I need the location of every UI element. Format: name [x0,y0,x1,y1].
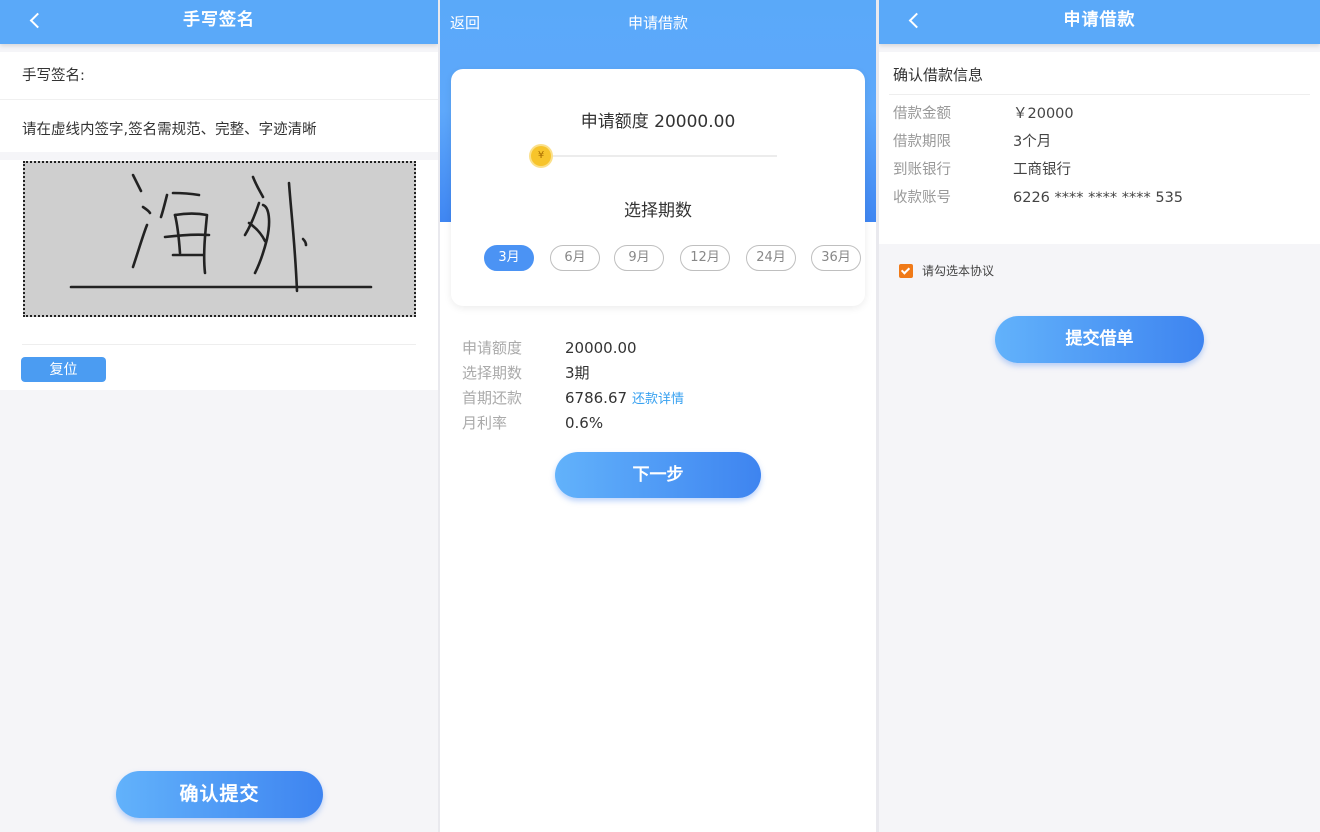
amount-display: 申请额度 20000.00 [451,107,865,132]
signature-info-panel: 手写签名: 请在虚线内签字,签名需规范、完整、字迹清晰 [0,52,438,152]
apply-loan-screen: 返回 申请借款 申请额度 20000.00 ¥ 选择期数 3月 6月 9月 12月 24… [440,0,876,832]
period-title: 选择期数 [624,201,692,221]
signature-top-bar: 手写签名 [0,0,438,44]
summary-row-period: 选择期数 3期 [462,361,862,386]
summary-label: 申请额度 [462,339,523,357]
info-value: ￥20000 [1013,106,1074,122]
page-title: 申请借款 [1063,10,1136,30]
period-chip[interactable]: 12月 [680,245,730,271]
agreement-checkbox[interactable] [899,264,913,278]
checkmark-icon [900,265,911,275]
info-value: 3个月 [1013,134,1052,150]
agreement-label: 请勾选本协议 [922,264,995,278]
amount-label: 申请额度 [580,112,649,132]
summary-value: 3期 [565,364,590,382]
summary-label: 月利率 [462,414,508,432]
submit-loan-button[interactable]: 提交借单 [995,316,1204,363]
signature-strokes [69,173,373,293]
period-chip[interactable]: 9月 [614,245,664,271]
signature-pad-container [0,160,438,326]
repayment-detail-link[interactable]: 还款详情 [632,392,684,407]
summary-row-first-payment: 首期还款 6786.67 还款详情 [462,386,862,411]
info-label: 收款账号 [893,190,951,206]
summary-value: 6786.67 [565,389,628,407]
summary-value: 20000.00 [565,339,637,357]
confirm-top-bar: 申请借款 [879,0,1320,44]
info-label: 借款期限 [893,134,951,150]
period-chip[interactable]: 3月 [484,245,534,271]
period-chip[interactable]: 24月 [746,245,796,271]
page-title: 手写签名 [183,10,255,30]
summary-value-wrap: 6786.67 还款详情 [565,386,684,412]
info-value: 工商银行 [1013,162,1071,178]
loan-info-panel: 确认借款信息 借款金额 ￥20000 借款期限 3个月 到账银行 工商银行 收款… [879,52,1320,244]
amount-value: 20000.00 [654,112,736,132]
screens-container: 手写签名 手写签名: 请在虚线内签字,签名需规范、完整、字迹清晰 复位 确认提交… [0,0,1320,832]
signature-label: 手写签名: [0,52,438,100]
period-options: 3月 6月 9月 12月 24月 36月 [473,245,861,271]
divider [22,344,416,345]
next-step-button[interactable]: 下一步 [555,452,761,498]
summary-label: 首期还款 [462,389,523,407]
summary-row-rate: 月利率 0.6% [462,411,862,436]
summary-label: 选择期数 [462,364,523,382]
signature-instruction: 请在虚线内签字,签名需规范、完整、字迹清晰 [22,122,317,138]
loan-amount-card: 申请额度 20000.00 ¥ 选择期数 3月 6月 9月 12月 24月 36月 [451,69,865,306]
period-chip[interactable]: 36月 [811,245,861,271]
section-title: 确认借款信息 [893,66,984,84]
page-title: 申请借款 [627,14,688,32]
loan-summary: 申请额度 20000.00 选择期数 3期 首期还款 6786.67 还款详情 月… [462,336,862,436]
info-value: 6226 **** **** **** 535 [1013,190,1184,206]
summary-row-amount: 申请额度 20000.00 [462,336,862,361]
confirm-submit-button[interactable]: 确认提交 [116,771,323,818]
period-chip[interactable]: 6月 [550,245,600,271]
summary-value: 0.6% [565,414,604,432]
info-label: 到账银行 [893,162,951,178]
amount-slider-track[interactable] [541,155,777,157]
info-label: 借款金额 [893,106,951,122]
yen-coin-icon[interactable]: ¥ [531,146,551,166]
signature-tools: 复位 [0,326,438,390]
signature-pad[interactable] [23,161,416,317]
reset-button[interactable]: 复位 [21,357,106,382]
signature-screen: 手写签名 手写签名: 请在虚线内签字,签名需规范、完整、字迹清晰 复位 确认提交 [0,0,438,832]
confirm-loan-screen: 申请借款 确认借款信息 借款金额 ￥20000 借款期限 3个月 到账银行 工商… [879,0,1320,832]
divider [889,94,1310,95]
